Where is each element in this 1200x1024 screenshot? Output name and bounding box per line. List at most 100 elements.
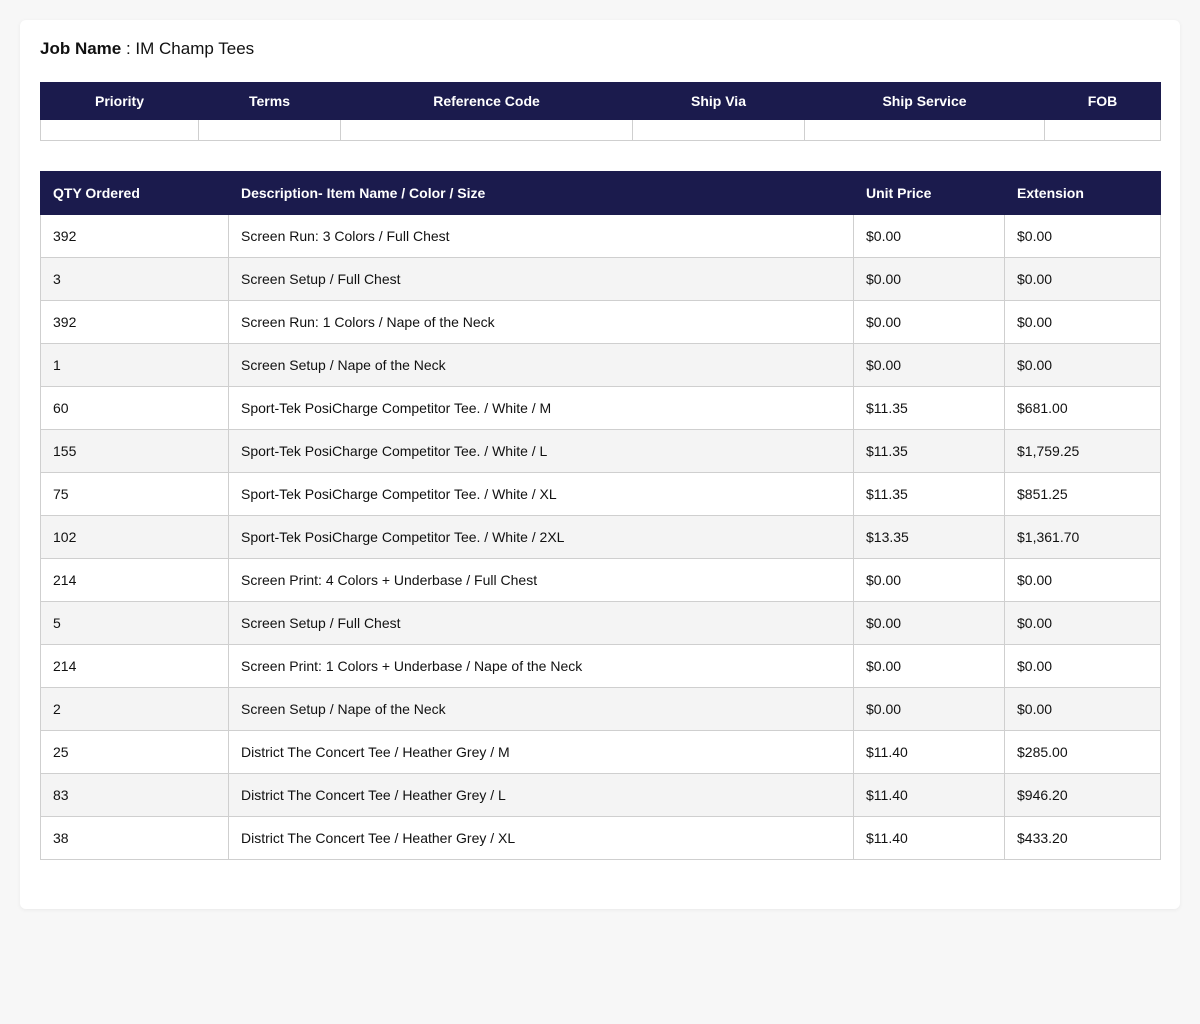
qty-cell: 155	[40, 429, 229, 473]
header-extension: Extension	[1004, 171, 1161, 215]
header-unit-price: Unit Price	[853, 171, 1005, 215]
qty-cell: 75	[40, 472, 229, 516]
line-items-table: QTY Ordered Description- Item Name / Col…	[40, 171, 1161, 860]
qty-cell: 392	[40, 214, 229, 258]
description-cell: Sport-Tek PosiCharge Competitor Tee. / W…	[228, 429, 854, 473]
order-card: Job Name : IM Champ Tees Priority Terms …	[20, 20, 1180, 909]
job-name-label: Job Name	[40, 39, 122, 58]
extension-cell: $0.00	[1004, 257, 1161, 301]
table-row: 25 District The Concert Tee / Heather Gre…	[40, 730, 1161, 774]
qty-cell: 1	[40, 343, 229, 387]
table-row: 214 Screen Print: 4 Colors + Underbase / …	[40, 558, 1161, 602]
shipping-info-header-row: Priority Terms Reference Code Ship Via S…	[40, 82, 1161, 120]
extension-cell: $285.00	[1004, 730, 1161, 774]
ship-via-value	[632, 119, 805, 141]
extension-cell: $0.00	[1004, 214, 1161, 258]
table-row: 214 Screen Print: 1 Colors + Underbase / …	[40, 644, 1161, 688]
terms-value	[198, 119, 341, 141]
description-cell: Screen Print: 4 Colors + Underbase / Ful…	[228, 558, 854, 602]
header-ship-service: Ship Service	[804, 82, 1045, 120]
priority-value	[40, 119, 199, 141]
job-name-separator: :	[121, 39, 136, 58]
qty-cell: 5	[40, 601, 229, 645]
qty-cell: 3	[40, 257, 229, 301]
unit-price-cell: $11.40	[853, 730, 1005, 774]
description-cell: Screen Setup / Nape of the Neck	[228, 343, 854, 387]
qty-cell: 83	[40, 773, 229, 817]
job-name-value: IM Champ Tees	[135, 39, 255, 58]
description-cell: Screen Print: 1 Colors + Underbase / Nap…	[228, 644, 854, 688]
extension-cell: $851.25	[1004, 472, 1161, 516]
extension-cell: $0.00	[1004, 687, 1161, 731]
unit-price-cell: $0.00	[853, 300, 1005, 344]
table-row: 5 Screen Setup / Full Chest $0.00 $0.00	[40, 601, 1161, 645]
description-cell: Sport-Tek PosiCharge Competitor Tee. / W…	[228, 472, 854, 516]
job-name-line: Job Name : IM Champ Tees	[40, 38, 254, 60]
unit-price-cell: $0.00	[853, 343, 1005, 387]
header-qty-ordered: QTY Ordered	[40, 171, 229, 215]
qty-cell: 102	[40, 515, 229, 559]
header-reference-code: Reference Code	[340, 82, 633, 120]
extension-cell: $0.00	[1004, 644, 1161, 688]
unit-price-cell: $0.00	[853, 601, 1005, 645]
table-row: 392 Screen Run: 3 Colors / Full Chest $0.0…	[40, 214, 1161, 258]
table-row: 2 Screen Setup / Nape of the Neck $0.00 $0.…	[40, 687, 1161, 731]
table-row: 155 Sport-Tek PosiCharge Competitor Tee. …	[40, 429, 1161, 473]
header-priority: Priority	[40, 82, 199, 120]
qty-cell: 25	[40, 730, 229, 774]
unit-price-cell: $0.00	[853, 558, 1005, 602]
line-items-header-row: QTY Ordered Description- Item Name / Col…	[40, 171, 1161, 215]
line-items-body: 392 Screen Run: 3 Colors / Full Chest $0.0…	[40, 214, 1161, 860]
table-row: 3 Screen Setup / Full Chest $0.00 $0.00	[40, 257, 1161, 301]
extension-cell: $1,361.70	[1004, 515, 1161, 559]
table-row: 83 District The Concert Tee / Heather Gre…	[40, 773, 1161, 817]
table-row: 102 Sport-Tek PosiCharge Competitor Tee. …	[40, 515, 1161, 559]
description-cell: District The Concert Tee / Heather Grey …	[228, 816, 854, 860]
table-row: 38 District The Concert Tee / Heather Gre…	[40, 816, 1161, 860]
qty-cell: 214	[40, 558, 229, 602]
unit-price-cell: $13.35	[853, 515, 1005, 559]
shipping-info-table: Priority Terms Reference Code Ship Via S…	[40, 82, 1161, 141]
header-fob: FOB	[1044, 82, 1161, 120]
extension-cell: $433.20	[1004, 816, 1161, 860]
header-description: Description- Item Name / Color / Size	[228, 171, 854, 215]
extension-cell: $0.00	[1004, 601, 1161, 645]
table-row: 60 Sport-Tek PosiCharge Competitor Tee. /…	[40, 386, 1161, 430]
unit-price-cell: $11.35	[853, 429, 1005, 473]
description-cell: Sport-Tek PosiCharge Competitor Tee. / W…	[228, 386, 854, 430]
qty-cell: 38	[40, 816, 229, 860]
description-cell: Screen Setup / Nape of the Neck	[228, 687, 854, 731]
qty-cell: 60	[40, 386, 229, 430]
qty-cell: 2	[40, 687, 229, 731]
description-cell: District The Concert Tee / Heather Grey …	[228, 730, 854, 774]
description-cell: Sport-Tek PosiCharge Competitor Tee. / W…	[228, 515, 854, 559]
extension-cell: $1,759.25	[1004, 429, 1161, 473]
reference-code-value	[340, 119, 633, 141]
extension-cell: $0.00	[1004, 558, 1161, 602]
description-cell: Screen Setup / Full Chest	[228, 601, 854, 645]
unit-price-cell: $11.35	[853, 386, 1005, 430]
header-ship-via: Ship Via	[632, 82, 805, 120]
qty-cell: 392	[40, 300, 229, 344]
table-row: 1 Screen Setup / Nape of the Neck $0.00 $0.…	[40, 343, 1161, 387]
unit-price-cell: $0.00	[853, 257, 1005, 301]
unit-price-cell: $0.00	[853, 644, 1005, 688]
header-terms: Terms	[198, 82, 341, 120]
extension-cell: $946.20	[1004, 773, 1161, 817]
table-row: 392 Screen Run: 1 Colors / Nape of the Ne…	[40, 300, 1161, 344]
unit-price-cell: $11.35	[853, 472, 1005, 516]
qty-cell: 214	[40, 644, 229, 688]
unit-price-cell: $11.40	[853, 773, 1005, 817]
description-cell: Screen Run: 3 Colors / Full Chest	[228, 214, 854, 258]
table-row: 75 Sport-Tek PosiCharge Competitor Tee. /…	[40, 472, 1161, 516]
fob-value	[1044, 119, 1161, 141]
extension-cell: $0.00	[1004, 300, 1161, 344]
extension-cell: $681.00	[1004, 386, 1161, 430]
extension-cell: $0.00	[1004, 343, 1161, 387]
ship-service-value	[804, 119, 1045, 141]
description-cell: District The Concert Tee / Heather Grey …	[228, 773, 854, 817]
description-cell: Screen Setup / Full Chest	[228, 257, 854, 301]
unit-price-cell: $0.00	[853, 214, 1005, 258]
unit-price-cell: $0.00	[853, 687, 1005, 731]
shipping-info-row	[40, 119, 1161, 141]
